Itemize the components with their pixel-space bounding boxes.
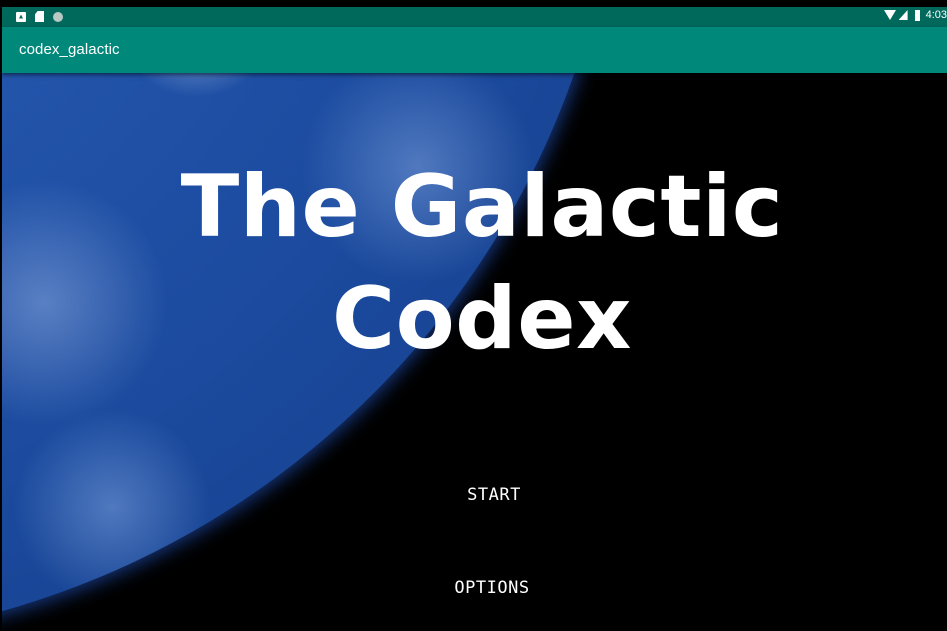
game-title-line-2: Codex: [331, 269, 633, 369]
status-notifications: [16, 11, 63, 22]
game-title: The Galactic Codex: [132, 151, 832, 375]
game-title-line-1: The Galactic: [180, 157, 784, 257]
start-button[interactable]: START: [439, 479, 549, 511]
wifi-icon: [883, 10, 896, 20]
sd-card-icon: [35, 11, 44, 22]
top-edge: [0, 0, 947, 7]
status-bar: 4:03: [2, 7, 947, 27]
status-time: 4:03: [925, 9, 947, 21]
status-system: 4:03: [883, 9, 947, 21]
signal-icon: [898, 10, 908, 20]
main-screen: The Galactic Codex START OPTIONS: [2, 73, 947, 631]
notification-a-icon: [16, 11, 26, 22]
app-title: codex_galactic: [19, 41, 120, 58]
app-window: 4:03 codex_galactic The Galactic Codex S…: [0, 0, 947, 631]
app-bar: codex_galactic: [2, 27, 947, 73]
options-button[interactable]: OPTIONS: [425, 572, 559, 604]
battery-icon: [914, 9, 920, 21]
circle-icon: [53, 11, 63, 22]
